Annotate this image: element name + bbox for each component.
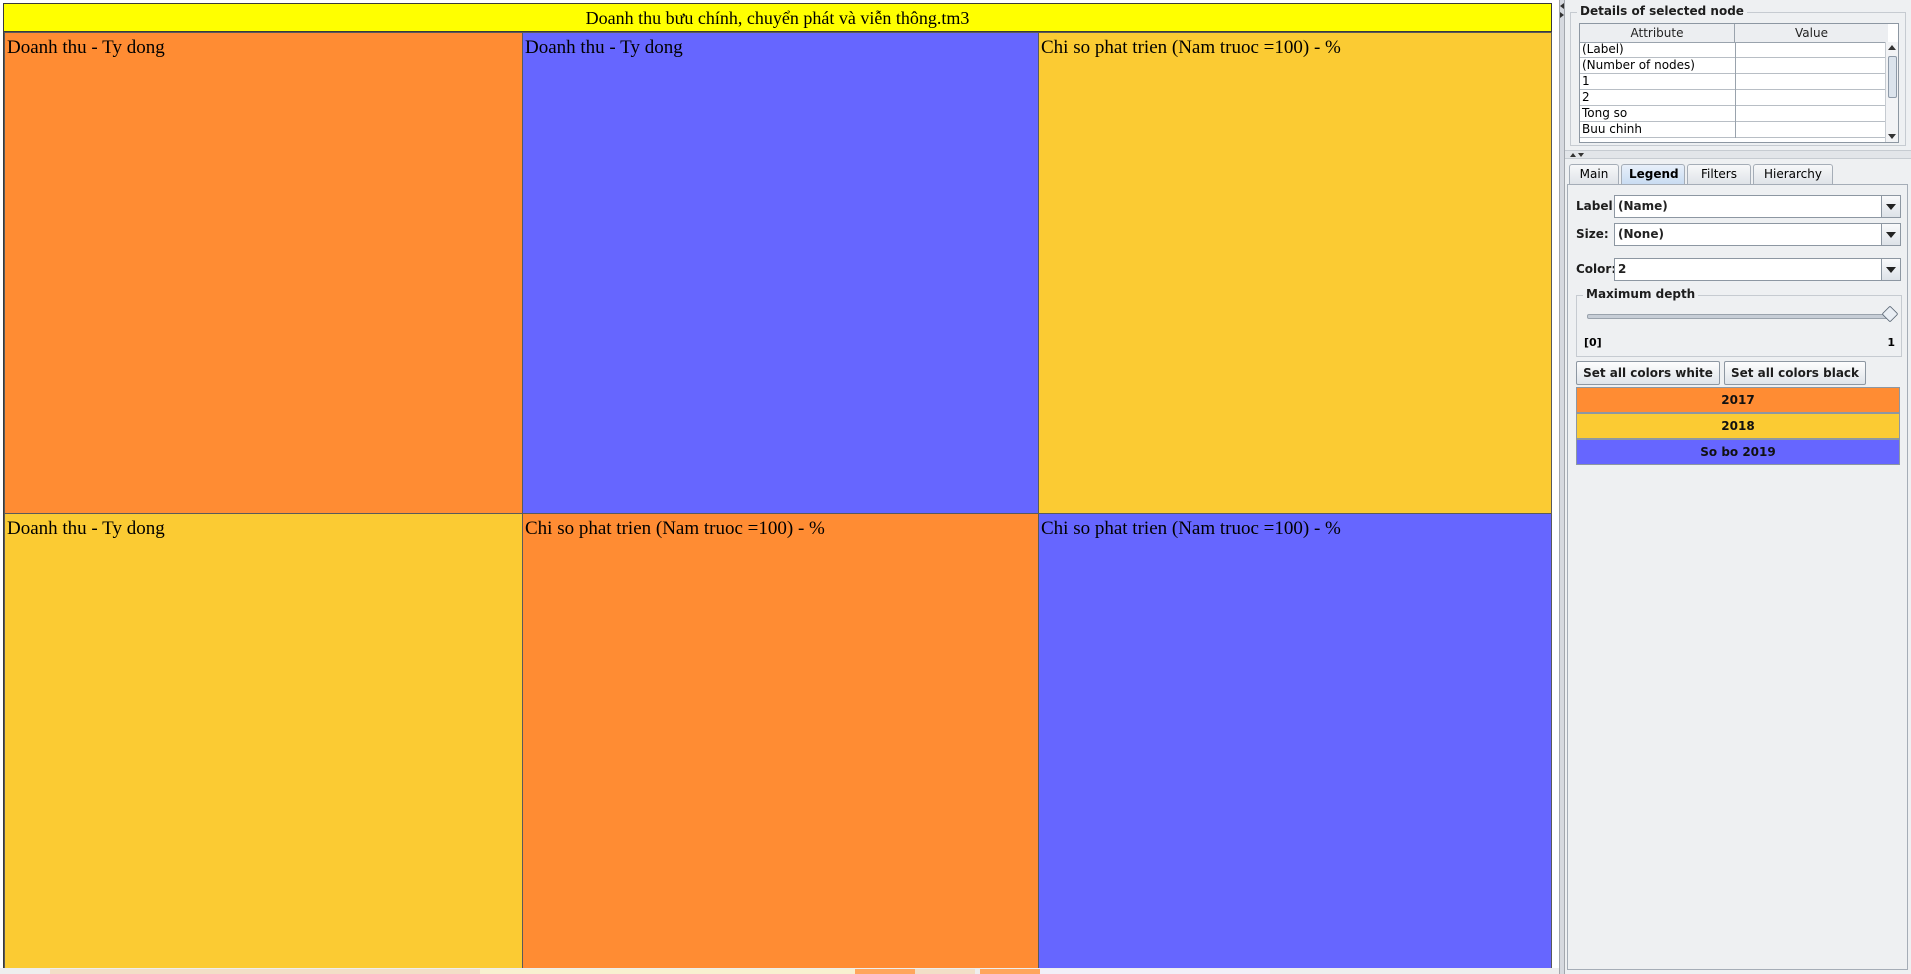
attribute-cell: (Label) xyxy=(1582,42,1624,56)
legend-item[interactable]: 2018 xyxy=(1576,413,1900,439)
attribute-cell: 2 xyxy=(1582,90,1590,104)
scroll-up-icon[interactable] xyxy=(1888,45,1896,50)
treemap-cell[interactable]: Doanh thu - Ty dong xyxy=(522,32,1040,514)
size-select-value: (None) xyxy=(1618,227,1664,241)
scroll-down-icon[interactable] xyxy=(1888,134,1896,139)
table-row[interactable]: 2 xyxy=(1580,90,1888,106)
table-header: Attribute Value xyxy=(1580,24,1888,43)
attribute-cell: Tong so xyxy=(1582,106,1628,120)
table-row[interactable]: 1 xyxy=(1580,74,1888,90)
details-table[interactable]: Attribute Value (Label) (Number of nodes… xyxy=(1579,23,1899,143)
treemap-cell[interactable]: Chi so phat trien (Nam truoc =100) - % xyxy=(522,513,1040,970)
max-depth-title: Maximum depth xyxy=(1583,287,1699,301)
column-header-attribute[interactable]: Attribute xyxy=(1580,24,1735,42)
label-field-label: Label: xyxy=(1576,199,1618,213)
chevron-down-icon[interactable] xyxy=(1881,196,1900,217)
treemap-cell[interactable]: Chi so phat trien (Nam truoc =100) - % xyxy=(1038,513,1552,970)
attribute-cell: Buu chinh xyxy=(1582,122,1643,136)
size-select[interactable]: (None) xyxy=(1614,223,1901,246)
treemap-cell[interactable]: Doanh thu - Ty dong xyxy=(4,513,524,970)
tab-filters[interactable]: Filters xyxy=(1687,164,1751,184)
collapse-left-icon[interactable] xyxy=(1560,3,1564,9)
size-field-label: Size: xyxy=(1576,227,1609,241)
color-select[interactable]: 2 xyxy=(1614,258,1901,281)
collapse-right-icon[interactable] xyxy=(1560,12,1564,18)
legend-tab-panel: Label: (Name) Size: (None) Color: 2 Maxi… xyxy=(1567,184,1908,970)
label-select-value: (Name) xyxy=(1618,199,1668,213)
details-panel: Details of selected node Attribute Value… xyxy=(1570,4,1906,146)
scroll-thumb[interactable] xyxy=(1888,56,1897,98)
set-colors-black-button[interactable]: Set all colors black xyxy=(1724,361,1866,385)
table-row[interactable]: (Label) xyxy=(1580,42,1888,58)
treemap-cell[interactable]: Chi so phat trien (Nam truoc =100) - % xyxy=(1038,32,1552,514)
table-row[interactable]: Buu chinh xyxy=(1580,122,1888,138)
table-row[interactable]: Tong so xyxy=(1580,106,1888,122)
treemap-grid: Doanh thu - Ty dong Doanh thu - Ty dong … xyxy=(3,32,1552,970)
tab-legend[interactable]: Legend xyxy=(1621,164,1685,184)
tab-hierarchy[interactable]: Hierarchy xyxy=(1753,164,1833,184)
slider-thumb[interactable] xyxy=(1881,305,1899,323)
column-header-value[interactable]: Value xyxy=(1735,24,1888,42)
treemap-bottom-strip xyxy=(0,968,1559,974)
chevron-down-icon[interactable] xyxy=(1881,224,1900,245)
details-scrollbar[interactable] xyxy=(1885,42,1898,142)
treemap-title: Doanh thu bưu chính, chuyển phát và viễn… xyxy=(3,3,1552,32)
attribute-cell: 1 xyxy=(1582,74,1590,88)
tab-main[interactable]: Main xyxy=(1569,164,1619,184)
max-depth-slider[interactable] xyxy=(1587,314,1894,319)
legend-item[interactable]: 2017 xyxy=(1576,387,1900,413)
table-row[interactable]: (Number of nodes) xyxy=(1580,58,1888,74)
horizontal-splitter[interactable] xyxy=(1565,150,1911,159)
expand-down-icon[interactable] xyxy=(1578,153,1584,157)
legend-item[interactable]: So bo 2019 xyxy=(1576,439,1900,465)
expand-up-icon[interactable] xyxy=(1570,153,1576,157)
chevron-down-icon[interactable] xyxy=(1881,259,1900,280)
depth-max-label: 1 xyxy=(1887,336,1895,349)
tab-bar: Main Legend Filters Hierarchy xyxy=(1567,164,1907,184)
color-field-label: Color: xyxy=(1576,262,1617,276)
max-depth-group: Maximum depth [0] 1 xyxy=(1576,287,1902,357)
color-select-value: 2 xyxy=(1618,262,1627,276)
details-title: Details of selected node xyxy=(1577,4,1747,18)
treemap-cell[interactable]: Doanh thu - Ty dong xyxy=(4,32,524,514)
set-colors-white-button[interactable]: Set all colors white xyxy=(1576,361,1720,385)
label-select[interactable]: (Name) xyxy=(1614,195,1901,218)
treemap-view[interactable]: Doanh thu bưu chính, chuyển phát và viễn… xyxy=(0,0,1559,974)
depth-min-label: [0] xyxy=(1584,336,1602,349)
control-panel: Details of selected node Attribute Value… xyxy=(1565,0,1911,974)
attribute-cell: (Number of nodes) xyxy=(1582,58,1695,72)
